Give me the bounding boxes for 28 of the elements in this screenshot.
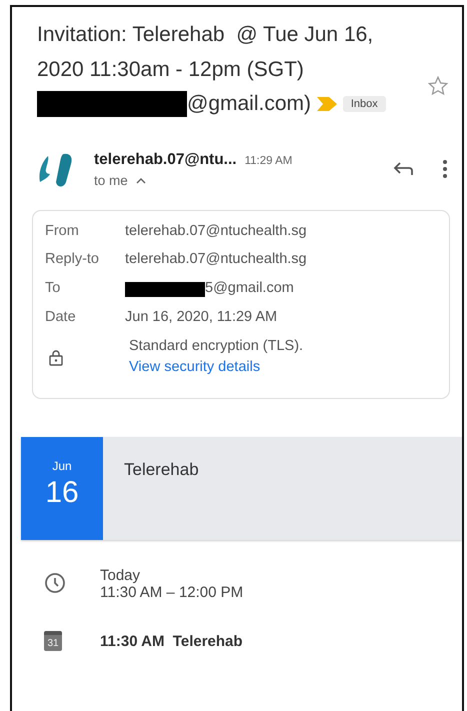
sender-address: telerehab.07@ntu... (94, 150, 237, 170)
detail-label: Date (45, 308, 77, 327)
label-chip[interactable]: Inbox (342, 96, 386, 112)
detail-value: Jun 16, 2020, 11:29 AM (125, 308, 278, 327)
lock-icon (49, 350, 63, 366)
star-icon[interactable] (427, 75, 449, 97)
recipient-toggle[interactable]: to me (94, 171, 146, 192)
calendar-icon: 31 (44, 631, 62, 652)
important-marker-icon[interactable] (316, 97, 337, 112)
detail-label: From (45, 222, 80, 241)
caret-icon (136, 177, 146, 186)
security-details-link[interactable]: View security details (129, 359, 260, 376)
event-month: Jun (51, 458, 73, 476)
event-title: Telerehab (124, 460, 199, 480)
detail-label: To (45, 279, 62, 298)
detail-value: 5@gmail.com (205, 279, 294, 298)
subject-text: Invitation: Telerehab @ Tue Jun 16, 2020 11:30am - 12pm (SGT) (37, 23, 374, 80)
event-time-text: 11:30 AM – 12:00 PM (100, 584, 244, 602)
event-summary: 11:30 AM Telerehab (100, 632, 243, 652)
event-day: 16 (21, 475, 103, 512)
security-text: Standard encryption (TLS). (129, 336, 304, 356)
message-time: 11:29 AM (244, 154, 292, 169)
detail-value: telerehab.07@ntuchealth.sg (125, 222, 307, 241)
detail-value: telerehab.07@ntuchealth.sg (125, 250, 307, 270)
subject-text: @gmail.com) (187, 92, 312, 115)
detail-label: Reply-to (45, 250, 100, 270)
event-time-text: Today (100, 568, 142, 585)
clock-icon (44, 572, 66, 594)
